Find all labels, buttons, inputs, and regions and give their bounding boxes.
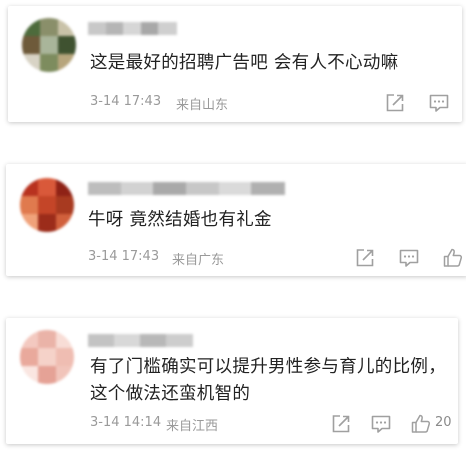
avatar-mosaic-tile <box>40 36 59 55</box>
comment-card: 牛呀 竟然结婚也有礼金 3-14 17:43 来自广东 <box>6 164 466 276</box>
avatar-mosaic-tile <box>38 214 57 232</box>
username-mosaic-block <box>105 22 125 35</box>
avatar-mosaic-tile <box>20 214 39 232</box>
avatar-mosaic-tile <box>56 196 74 215</box>
avatar-mosaic-tile <box>56 366 74 384</box>
username-mosaic-block <box>251 182 285 195</box>
avatar[interactable] <box>20 330 74 384</box>
comment-location: 来自江西 <box>166 419 219 434</box>
avatar-mosaic-tile <box>38 348 57 367</box>
username-mosaic-block <box>120 182 155 195</box>
avatar-mosaic-tile <box>20 178 39 197</box>
comment-text-line: 这个做法还蛮机智的 <box>90 384 251 404</box>
comment-button[interactable] <box>398 247 420 269</box>
username-mosaic-block <box>88 22 107 35</box>
avatar-mosaic-tile <box>20 196 39 215</box>
avatar-mosaic-tile <box>56 214 74 232</box>
share-icon <box>356 249 374 267</box>
share-button[interactable] <box>354 247 376 269</box>
avatar-mosaic-tile <box>22 36 41 55</box>
avatar-mosaic-tile <box>22 18 41 37</box>
comment-text-line: 牛呀 竟然结婚也有礼金 <box>88 210 272 230</box>
username-mosaic-block <box>153 182 187 195</box>
avatar-mosaic-tile <box>58 36 76 55</box>
avatar-mosaic-tile <box>38 330 57 349</box>
like-count: 20 <box>435 415 452 430</box>
username-mosaic-block <box>123 22 142 35</box>
avatar-mosaic-tile <box>38 366 57 384</box>
comments-screenshot: 这是最好的招聘广告吧 会有人不心动嘛 3-14 17:43 来自山东 牛呀 竟然… <box>0 0 466 455</box>
comment-button[interactable] <box>428 92 450 114</box>
like-icon <box>443 248 463 267</box>
comment-icon <box>399 249 419 267</box>
avatar-mosaic-tile <box>40 18 59 37</box>
comment-time: 3-14 14:14 <box>90 415 162 430</box>
comment-text-line: 这是最好的招聘广告吧 会有人不心动嘛 <box>90 53 399 73</box>
share-icon <box>386 94 404 112</box>
comment-text: 牛呀 竟然结婚也有礼金 <box>88 207 272 233</box>
avatar[interactable] <box>22 18 76 72</box>
username-blurred[interactable] <box>88 22 177 35</box>
comment-button[interactable] <box>370 413 392 435</box>
username-mosaic-block <box>88 182 122 195</box>
share-button[interactable] <box>384 92 406 114</box>
comment-location: 来自广东 <box>172 253 225 268</box>
avatar-mosaic-tile <box>22 54 41 72</box>
username-mosaic-block <box>218 182 253 195</box>
comment-card: 这是最好的招聘广告吧 会有人不心动嘛 3-14 17:43 来自山东 <box>8 6 462 122</box>
username-mosaic-block <box>140 334 167 347</box>
username-blurred[interactable] <box>88 334 193 347</box>
avatar-mosaic-tile <box>20 366 39 384</box>
avatar[interactable] <box>20 178 74 232</box>
username-mosaic-block <box>114 334 141 347</box>
comment-icon <box>371 415 391 433</box>
avatar-mosaic-tile <box>58 54 76 72</box>
comment-text: 这是最好的招聘广告吧 会有人不心动嘛 <box>90 50 398 76</box>
comment-text-line: 有了门槛确实可以提升男性参与育儿的比例， <box>90 357 446 377</box>
comment-card: 有了门槛确实可以提升男性参与育儿的比例， 这个做法还蛮机智的 3-14 14:1… <box>6 318 458 444</box>
avatar-mosaic-tile <box>56 330 74 349</box>
username-mosaic-block <box>140 22 160 35</box>
share-icon <box>332 415 350 433</box>
avatar-mosaic-tile <box>58 18 76 37</box>
comment-text: 有了门槛确实可以提升男性参与育儿的比例， 这个做法还蛮机智的 <box>90 354 446 408</box>
avatar-mosaic-tile <box>38 196 57 215</box>
username-mosaic-block <box>88 334 115 347</box>
comment-location: 来自山东 <box>176 98 229 113</box>
like-button[interactable] <box>442 247 464 269</box>
avatar-mosaic-tile <box>40 54 59 72</box>
username-blurred[interactable] <box>88 182 285 195</box>
comment-time: 3-14 17:43 <box>90 94 162 109</box>
username-mosaic-block <box>186 182 220 195</box>
like-button[interactable] <box>410 413 432 435</box>
avatar-mosaic-tile <box>56 178 74 197</box>
avatar-mosaic-tile <box>38 178 57 197</box>
avatar-mosaic-tile <box>20 330 39 349</box>
comment-time: 3-14 17:43 <box>88 249 160 264</box>
username-mosaic-block <box>166 334 193 347</box>
share-button[interactable] <box>330 413 352 435</box>
like-icon <box>411 414 431 433</box>
avatar-mosaic-tile <box>20 348 39 367</box>
comment-icon <box>429 94 449 112</box>
username-mosaic-block <box>158 22 177 35</box>
avatar-mosaic-tile <box>56 348 74 367</box>
